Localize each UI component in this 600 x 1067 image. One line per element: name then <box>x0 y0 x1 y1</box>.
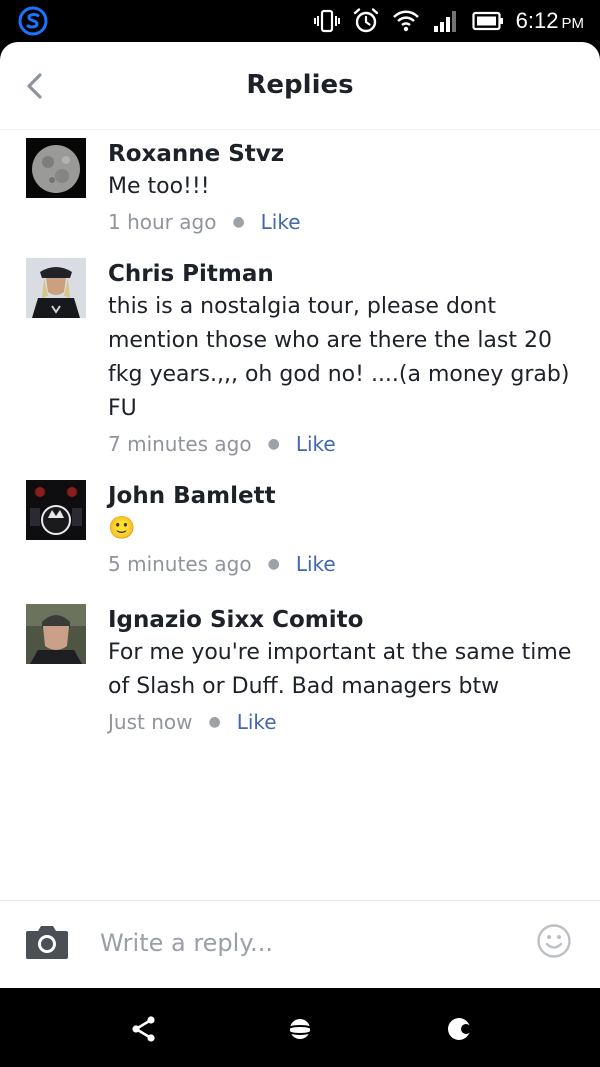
reply-composer <box>0 900 600 988</box>
moon-photo-icon <box>26 138 86 198</box>
comment-meta: 5 minutes ago ● Like <box>108 550 578 578</box>
smiley-icon[interactable] <box>536 923 572 959</box>
avatar[interactable] <box>26 258 86 318</box>
avatar[interactable] <box>26 480 86 540</box>
comment-timestamp: 7 minutes ago <box>108 432 252 456</box>
comment-emoji: 🙂 <box>108 516 136 541</box>
like-button[interactable]: Like <box>237 708 277 736</box>
wifi-icon <box>392 10 419 32</box>
comment-meta: 7 minutes ago ● Like <box>108 430 578 458</box>
avatar[interactable] <box>26 138 86 198</box>
separator-dot: ● <box>267 436 280 452</box>
planet-icon[interactable] <box>286 1015 314 1043</box>
drum-kit-photo-icon <box>26 480 86 540</box>
vibrate-icon <box>313 9 340 33</box>
separator-dot: ● <box>208 714 221 730</box>
like-button[interactable]: Like <box>261 208 301 236</box>
page-title: Replies <box>246 70 354 100</box>
share-icon[interactable] <box>130 1015 158 1043</box>
commenter-name[interactable]: Ignazio Sixx Comito <box>108 604 578 636</box>
like-button[interactable]: Like <box>296 550 336 578</box>
comment-meta: 1 hour ago ● Like <box>108 208 578 236</box>
clock-time: 6:12 PM <box>515 8 584 33</box>
avatar[interactable] <box>26 604 86 664</box>
status-bar: 6:12 PM <box>0 0 600 42</box>
separator-dot: ● <box>267 556 280 572</box>
separator-dot: ● <box>232 214 245 230</box>
header-bar: Replies <box>0 42 600 130</box>
comment-text: Me too!!! <box>108 174 210 199</box>
signal-icon <box>433 11 456 32</box>
comment-meta: Just now ● Like <box>108 708 578 736</box>
commenter-name[interactable]: John Bamlett <box>108 480 578 512</box>
app-logo-icon <box>18 6 48 36</box>
comment-timestamp: Just now <box>108 710 193 734</box>
camera-icon[interactable] <box>24 921 70 961</box>
person-in-cap-photo-icon <box>26 258 86 318</box>
replies-screen: Replies Roxanne Stvz Me too!!! 1 hour ag… <box>0 42 600 988</box>
commenter-name[interactable]: Roxanne Stvz <box>108 138 578 170</box>
comment-timestamp: 5 minutes ago <box>108 552 252 576</box>
alarm-icon <box>353 8 378 33</box>
comment-text: this is a nostalgia tour, please dont me… <box>108 294 570 421</box>
comment-timestamp: 1 hour ago <box>108 210 217 234</box>
reply-input[interactable] <box>100 923 510 963</box>
navigation-bar <box>0 988 600 1067</box>
moon-icon[interactable] <box>446 1015 474 1043</box>
battery-icon <box>472 11 503 31</box>
comment-text: For me you're important at the same time… <box>108 640 572 699</box>
like-button[interactable]: Like <box>296 430 336 458</box>
commenter-name[interactable]: Chris Pitman <box>108 258 578 290</box>
man-portrait-photo-icon <box>26 604 86 664</box>
